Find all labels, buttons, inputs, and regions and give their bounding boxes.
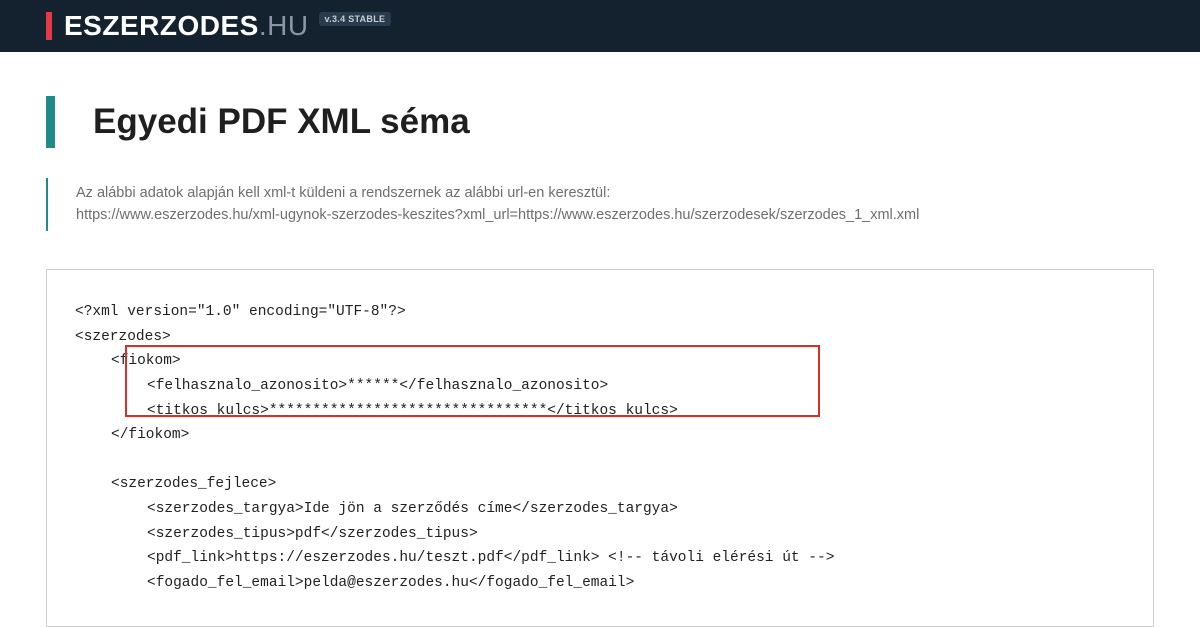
page-title: Egyedi PDF XML séma	[93, 102, 1154, 142]
logo-main-text: ESZERZODES	[64, 10, 259, 42]
code-line: <szerzodes_tipus>pdf</szerzodes_tipus>	[75, 522, 1125, 547]
code-line: <szerzodes_fejlece>	[75, 472, 1125, 497]
code-line: <felhasznalo_azonosito>******</felhaszna…	[75, 374, 1125, 399]
code-line: <fiokom>	[75, 349, 1125, 374]
version-badge: v.3.4 STABLE	[319, 12, 392, 26]
code-line: <?xml version="1.0" encoding="UTF-8"?>	[75, 300, 1125, 325]
xml-code-block: <?xml version="1.0" encoding="UTF-8"?><s…	[46, 269, 1154, 627]
logo-text-wrap: ESZERZODES .HU	[64, 10, 309, 42]
code-line: <szerzodes>	[75, 325, 1125, 350]
page-content: Egyedi PDF XML séma Az alábbi adatok ala…	[0, 52, 1200, 627]
page-title-wrap: Egyedi PDF XML séma	[46, 96, 1154, 148]
code-line: <szerzodes_targya>Ide jön a szerződés cí…	[75, 497, 1125, 522]
page-subtitle-wrap: Az alábbi adatok alapján kell xml-t küld…	[46, 178, 1154, 231]
code-line: <titkos_kulcs>**************************…	[75, 399, 1125, 424]
code-line-blank	[75, 448, 1125, 473]
brand-logo[interactable]: ESZERZODES .HU v.3.4 STABLE	[46, 10, 391, 42]
app-header: ESZERZODES .HU v.3.4 STABLE	[0, 0, 1200, 52]
logo-tld-text: .HU	[259, 10, 309, 42]
subtitle-line-1: Az alábbi adatok alapján kell xml-t küld…	[76, 182, 1154, 204]
subtitle-line-2: https://www.eszerzodes.hu/xml-ugynok-sze…	[76, 204, 1154, 226]
code-line: <pdf_link>https://eszerzodes.hu/teszt.pd…	[75, 546, 1125, 571]
code-line: <fogado_fel_email>pelda@eszerzodes.hu</f…	[75, 571, 1125, 596]
logo-accent-bar	[46, 12, 52, 40]
code-line: </fiokom>	[75, 423, 1125, 448]
